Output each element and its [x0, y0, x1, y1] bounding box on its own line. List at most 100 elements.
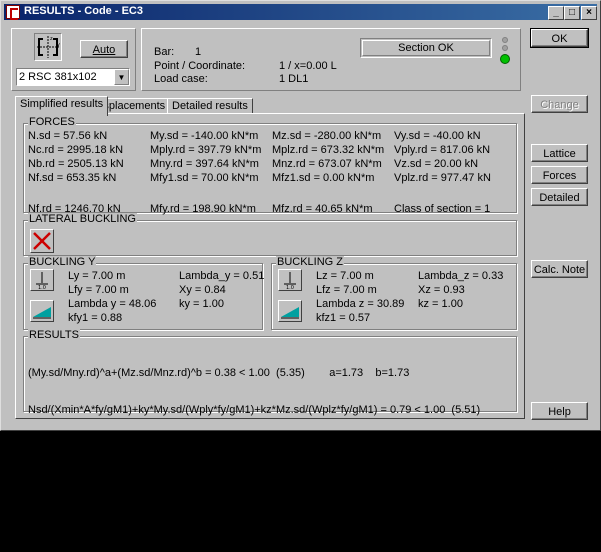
minimize-button[interactable]: _ [548, 6, 564, 20]
section-select-value: 2 RSC 381x102 [19, 71, 97, 83]
buckling-y-title: BUCKLING Y [28, 256, 97, 268]
class-of-section: Class of section = 1 [394, 203, 491, 215]
buckling-value: Xz = 0.93 [418, 284, 465, 296]
buckling-value: Lambda y = 48.06 [68, 298, 157, 310]
forces-title: FORCES [28, 116, 76, 128]
results-group: RESULTS (My.sd/Mny.rd)^a+(Mz.sd/Mnz.rd)^… [23, 329, 517, 527]
buckling-curve-icon[interactable] [30, 300, 54, 322]
result-line [28, 441, 480, 454]
buckling-curve-icon[interactable] [278, 300, 302, 322]
svg-text:y: y [57, 42, 60, 48]
buckling-value: Lfz = 7.00 m [316, 284, 377, 296]
chevron-down-icon[interactable]: ▼ [114, 69, 129, 85]
force-value: Vply.rd = 817.06 kN [394, 144, 491, 156]
loadcase-value: 1 DL1 [279, 73, 309, 85]
force-value: Vplz.rd = 977.47 kN [394, 172, 491, 184]
buckling-value: Ly = 7.00 m [68, 270, 126, 282]
buckling-value: Lz = 7.00 m [316, 270, 374, 282]
forces-col-3: Mz.sd = -280.00 kN*m Mplz.rd = 673.32 kN… [272, 130, 384, 217]
loadcase-label: Load case: [154, 73, 208, 85]
buckling-length-icon[interactable]: 1.0 [30, 269, 54, 291]
forces-col-4: Vy.sd = -40.00 kN Vply.rd = 817.06 kN Vz… [394, 130, 491, 217]
bar-value: 1 [195, 46, 202, 58]
forces-button[interactable]: Forces [531, 166, 588, 184]
forces-col-1: N.sd = 57.56 kN Nc.rd = 2995.18 kN Nb.rd… [28, 130, 124, 217]
buckling-value: Lambda z = 30.89 [316, 298, 405, 310]
section-icon: z y [34, 33, 62, 61]
led-off-icon [502, 45, 508, 51]
buckling-value: Lfy = 7.00 m [68, 284, 129, 296]
force-value: Nb.rd = 2505.13 kN [28, 158, 124, 170]
buckling-z-right: Lambda_z = 0.33 Xz = 0.93 kz = 1.00 [418, 270, 503, 312]
forces-col-2: My.sd = -140.00 kN*m Mply.rd = 397.79 kN… [150, 130, 261, 217]
force-value: Mfy.rd = 198.90 kN*m [150, 203, 256, 215]
section-panel: z y Auto 2 RSC 381x102 ▼ [11, 28, 136, 91]
results-title: RESULTS [28, 329, 80, 341]
point-label: Point / Coordinate: [154, 60, 246, 72]
window-title: RESULTS - Code - EC3 [24, 5, 143, 17]
force-value: Nc.rd = 2995.18 kN [28, 144, 124, 156]
info-panel: Bar: 1 Point / Coordinate: 1 / x=0.00 L … [141, 28, 521, 91]
force-value: Mfz.rd = 40.65 kN*m [272, 203, 373, 215]
buckling-y-group: BUCKLING Y 1.0 Ly = 7.00 m Lfy = 7.00 m … [23, 256, 264, 330]
results-window: RESULTS - Code - EC3 _ □ × z y Auto 2 RS… [0, 0, 601, 527]
forces-group: FORCES N.sd = 57.56 kN Nc.rd = 2995.18 k… [23, 116, 517, 215]
change-button[interactable]: Change [531, 95, 588, 113]
point-value: 1 / x=0.00 L [279, 60, 337, 72]
buckling-length-icon[interactable]: 1.0 [278, 269, 302, 291]
close-button[interactable]: × [581, 6, 597, 20]
section-select[interactable]: 2 RSC 381x102 ▼ [16, 68, 130, 86]
lateral-buckling-title: LATERAL BUCKLING [28, 213, 137, 225]
force-value: Mply.rd = 397.79 kN*m [150, 144, 262, 156]
buckling-z-title: BUCKLING Z [276, 256, 345, 268]
force-value: Mz.sd = -280.00 kN*m [272, 130, 382, 142]
force-value: Mfz1.sd = 0.00 kN*m [272, 172, 375, 184]
buckling-value: kfz1 = 0.57 [316, 312, 371, 324]
force-value: Mny.rd = 397.64 kN*m [150, 158, 259, 170]
lateral-buckling-fail-icon[interactable] [30, 229, 54, 253]
app-icon [6, 5, 20, 20]
force-value: Nf.sd = 653.35 kN [28, 172, 117, 184]
help-button[interactable]: Help [531, 402, 588, 420]
buckling-z-left: Lz = 7.00 m Lfz = 7.00 m Lambda z = 30.8… [316, 270, 404, 326]
auto-button[interactable]: Auto [80, 40, 128, 58]
buckling-value: Lambda_z = 0.33 [418, 270, 504, 282]
svg-text:z: z [50, 36, 53, 42]
tab-simplified-results[interactable]: Simplified results [15, 96, 109, 116]
force-value: Vy.sd = -40.00 kN [394, 130, 481, 142]
force-value: My.sd = -140.00 kN*m [150, 130, 259, 142]
calc-note-button[interactable]: Calc. Note [531, 260, 588, 278]
force-value: N.sd = 57.56 kN [28, 130, 108, 142]
buckling-value: kfy1 = 0.88 [68, 312, 123, 324]
result-line: Nf.sd/Nf.rd+kfy1*Mfy1.sd/Mfy.rd = 0.83 <… [28, 515, 251, 527]
led-off-icon [502, 37, 508, 43]
status-led [498, 37, 512, 67]
result-line: Vy.sd/Vply.rd = 0.05 < 1.00 Vz.sd/Vplz.r… [28, 478, 339, 490]
title-bar[interactable]: RESULTS - Code - EC3 _ □ × [4, 4, 597, 20]
ok-button[interactable]: OK [530, 28, 589, 48]
buckling-y-left: Ly = 7.00 m Lfy = 7.00 m Lambda y = 48.0… [68, 270, 156, 326]
lattice-button[interactable]: Lattice [531, 144, 588, 162]
result-line: (My.sd/Mny.rd)^a+(Mz.sd/Mnz.rd)^b = 0.38… [28, 367, 410, 379]
bar-label: Bar: [154, 46, 175, 58]
force-value: Vz.sd = 20.00 kN [394, 158, 479, 170]
force-value: Mfy1.sd = 70.00 kN*m [150, 172, 259, 184]
buckling-value: Xy = 0.84 [179, 284, 226, 296]
force-value: Mplz.rd = 673.32 kN*m [272, 144, 385, 156]
lateral-buckling-group: LATERAL BUCKLING [23, 213, 517, 256]
results-lines: (My.sd/Mny.rd)^a+(Mz.sd/Mnz.rd)^b = 0.38… [28, 343, 480, 552]
svg-text:1.0: 1.0 [286, 285, 294, 290]
maximize-button[interactable]: □ [564, 6, 580, 20]
section-status-text: Section OK [362, 40, 490, 56]
buckling-value: ky = 1.00 [179, 298, 224, 310]
detailed-button[interactable]: Detailed [531, 188, 588, 206]
force-value: Mnz.rd = 673.07 kN*m [272, 158, 382, 170]
buckling-y-right: Lambda_y = 0.51 Xy = 0.84 ky = 1.00 [179, 270, 264, 312]
svg-text:1.0: 1.0 [38, 285, 46, 290]
result-line: Nsd/(Xmin*A*fy/gM1)+ky*My.sd/(Wply*fy/gM… [28, 404, 481, 416]
buckling-z-group: BUCKLING Z 1.0 Lz = 7.00 m Lfz = 7.00 m … [271, 256, 517, 330]
tab-page: FORCES N.sd = 57.56 kN Nc.rd = 2995.18 k… [15, 113, 525, 527]
section-status: Section OK [360, 38, 492, 58]
buckling-value: Lambda_y = 0.51 [179, 270, 265, 282]
led-green-icon [500, 54, 510, 64]
